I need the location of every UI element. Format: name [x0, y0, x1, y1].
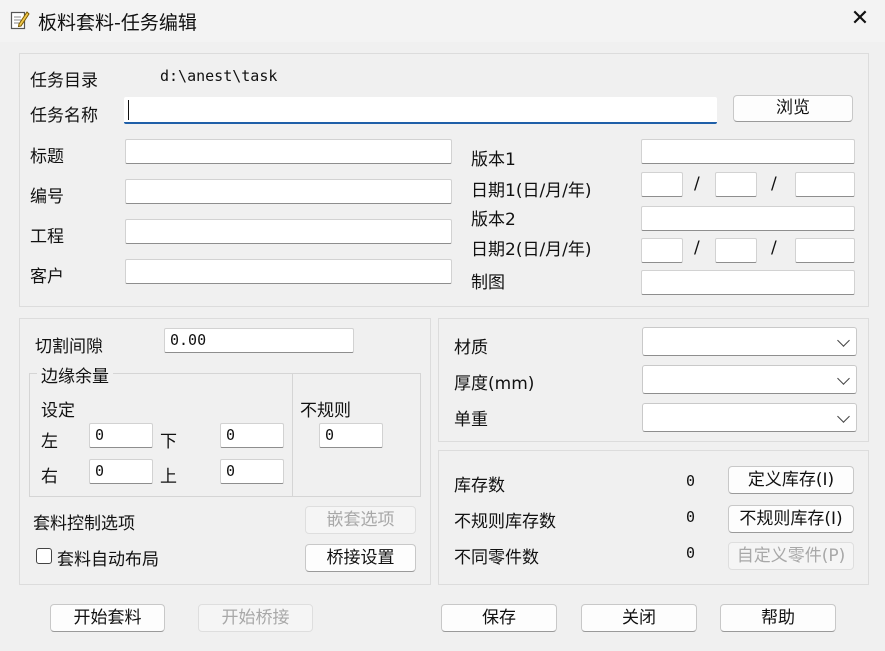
setting-label: 设定: [41, 401, 75, 421]
close-button[interactable]: 关闭: [581, 604, 697, 632]
start-bridging-button[interactable]: 开始桥接: [198, 604, 313, 632]
irregular-label: 不规则: [300, 401, 351, 421]
distinct-parts-label: 不同零件数: [454, 548, 539, 568]
date2-label: 日期2(日/月/年): [471, 240, 592, 260]
date1-year-input[interactable]: [795, 172, 855, 197]
distinct-parts-value: 0: [686, 544, 696, 562]
number-input[interactable]: [125, 179, 452, 204]
cut-gap-label: 切割间隙: [35, 337, 103, 357]
close-window-icon[interactable]: ✕: [845, 4, 875, 34]
version1-label: 版本1: [471, 150, 516, 170]
date2-separator-1: /: [694, 238, 700, 258]
unit-weight-select[interactable]: [642, 403, 857, 432]
number-label: 编号: [30, 187, 64, 207]
text-caret: [128, 100, 129, 120]
date1-separator-2: /: [771, 174, 777, 194]
project-label: 工程: [30, 227, 64, 247]
date1-day-input[interactable]: [641, 172, 683, 197]
nest-options-button[interactable]: 嵌套选项: [305, 506, 416, 534]
unit-weight-label: 单重: [454, 410, 488, 430]
edit-document-icon: [10, 9, 30, 31]
stock-count-value: 0: [686, 472, 696, 490]
drawing-input[interactable]: [641, 270, 855, 295]
material-label: 材质: [454, 338, 488, 358]
auto-layout-checkbox[interactable]: [36, 548, 52, 564]
task-dir-value: d:\anest\task: [160, 67, 278, 85]
window-title: 板料套料-任务编辑: [38, 12, 197, 34]
date1-label: 日期1(日/月/年): [471, 181, 592, 201]
date1-separator-1: /: [694, 174, 700, 194]
margin-top-value: 0: [226, 462, 236, 480]
task-dir-label: 任务目录: [30, 71, 98, 91]
irregular-value: 0: [325, 426, 335, 444]
version1-input[interactable]: [641, 139, 855, 164]
drawing-label: 制图: [471, 273, 505, 293]
nest-control-label: 套料控制选项: [33, 514, 135, 534]
margin-right-label: 右: [41, 467, 58, 487]
save-button[interactable]: 保存: [441, 604, 557, 632]
date1-month-input[interactable]: [715, 172, 757, 197]
margin-left-value: 0: [95, 426, 105, 444]
chevron-down-icon: [837, 334, 850, 347]
help-button[interactable]: 帮助: [720, 604, 836, 632]
chevron-down-icon: [837, 372, 850, 385]
margin-legend: 边缘余量: [37, 362, 113, 387]
client-input[interactable]: [125, 259, 452, 284]
task-name-input[interactable]: [124, 97, 717, 124]
title-label: 标题: [30, 147, 64, 167]
bridge-settings-button[interactable]: 桥接设置: [305, 544, 416, 572]
cut-gap-value: 0.00: [170, 331, 207, 349]
task-name-label: 任务名称: [30, 106, 98, 126]
margin-top-label: 上: [160, 467, 177, 487]
start-nesting-button[interactable]: 开始套料: [50, 604, 165, 632]
date2-year-input[interactable]: [795, 238, 855, 263]
browse-button[interactable]: 浏览: [733, 95, 853, 122]
thickness-select[interactable]: [642, 365, 857, 394]
margin-right-value: 0: [95, 462, 105, 480]
margin-bottom-label: 下: [160, 432, 177, 452]
thickness-label: 厚度(mm): [454, 374, 535, 394]
irregular-stock-value: 0: [686, 508, 696, 526]
material-select[interactable]: [642, 327, 857, 356]
version2-input[interactable]: [641, 206, 855, 231]
project-input[interactable]: [125, 219, 452, 244]
client-label: 客户: [30, 267, 64, 287]
custom-parts-button[interactable]: 自定义零件(P): [728, 542, 854, 570]
date2-day-input[interactable]: [641, 238, 683, 263]
date2-separator-2: /: [771, 238, 777, 258]
irregular-stock-label: 不规则库存数: [454, 512, 556, 532]
version2-label: 版本2: [471, 210, 516, 230]
title-input[interactable]: [125, 139, 452, 164]
irregular-stock-button[interactable]: 不规则库存(I): [728, 505, 854, 533]
margin-bottom-value: 0: [226, 426, 236, 444]
stock-count-label: 库存数: [454, 476, 505, 496]
define-stock-button[interactable]: 定义库存(I): [728, 466, 854, 494]
auto-layout-label: 套料自动布局: [57, 550, 159, 570]
date2-month-input[interactable]: [715, 238, 757, 263]
chevron-down-icon: [837, 410, 850, 423]
margin-left-label: 左: [41, 432, 58, 452]
